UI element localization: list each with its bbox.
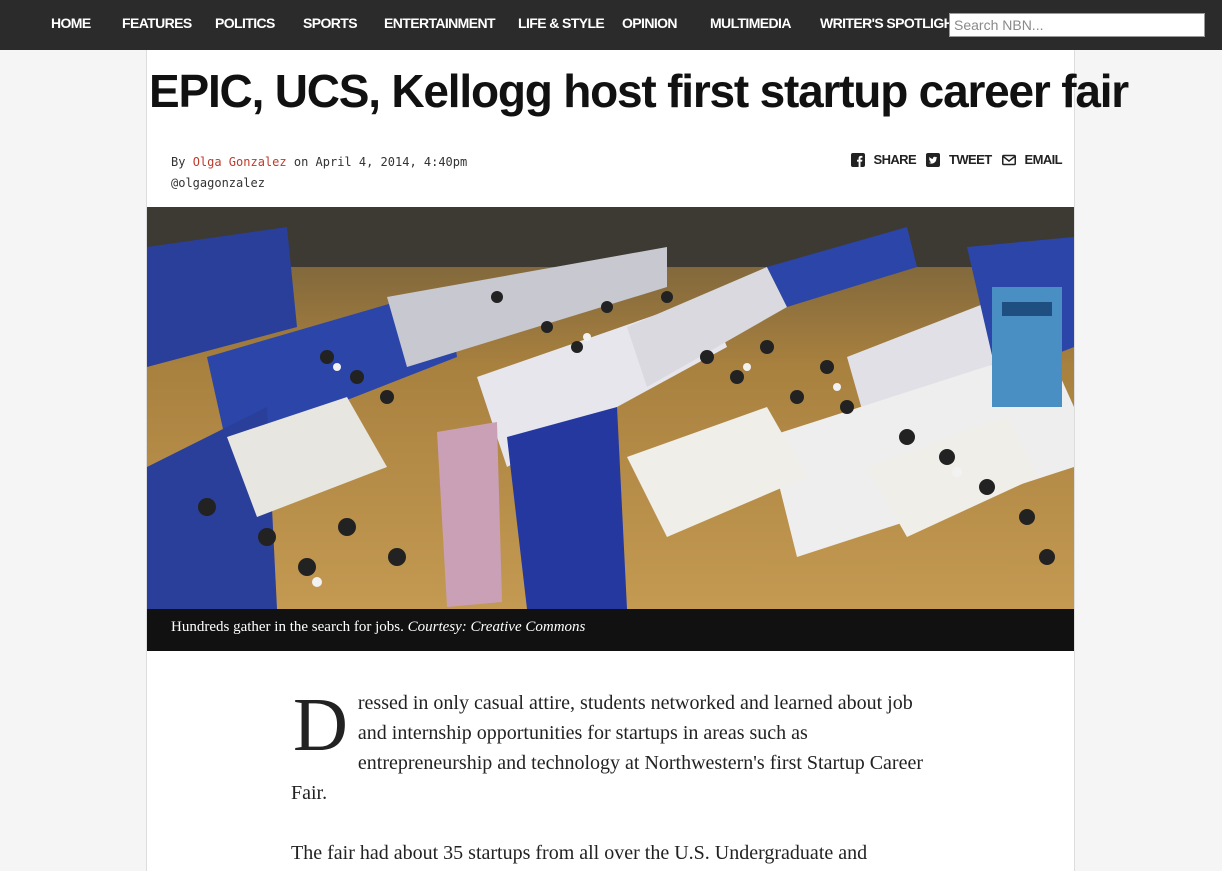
photo-credit: Courtesy: Creative Commons xyxy=(407,619,586,635)
email-button[interactable]: EMAIL xyxy=(1001,152,1063,167)
author-link[interactable]: Olga Gonzalez xyxy=(193,155,287,169)
nav-politics[interactable]: POLITICS xyxy=(215,15,275,31)
email-label: EMAIL xyxy=(1024,152,1063,167)
search-input[interactable] xyxy=(949,13,1205,37)
top-nav: HOME FEATURES POLITICS SPORTS ENTERTAINM… xyxy=(0,0,1222,50)
byline-prefix: By xyxy=(171,155,186,169)
twitter-icon xyxy=(926,152,941,167)
nav-features[interactable]: FEATURES xyxy=(122,15,192,31)
nav-life-style[interactable]: LIFE & STYLE xyxy=(518,15,605,31)
paragraph-2: The fair had about 35 startups from all … xyxy=(291,842,868,864)
nav-writers-spotlight[interactable]: WRITER'S SPOTLIGHT xyxy=(820,15,962,31)
photo-caption: Hundreds gather in the search for jobs. xyxy=(171,619,404,635)
share-label: SHARE xyxy=(873,152,917,167)
nav-home[interactable]: HOME xyxy=(51,15,91,31)
nav-opinion[interactable]: OPINION xyxy=(622,15,678,31)
facebook-icon xyxy=(850,152,865,167)
tweet-button[interactable]: TWEET xyxy=(926,152,992,167)
article-container: EPIC, UCS, Kellogg host first startup ca… xyxy=(146,50,1129,871)
share-facebook-button[interactable]: SHARE xyxy=(850,152,917,167)
nav-entertainment[interactable]: ENTERTAINMENT xyxy=(384,15,496,31)
byline: By Olga Gonzalez on April 4, 2014, 4:40p… xyxy=(171,152,467,194)
author-handle: @olgagonzalez xyxy=(171,176,265,190)
paragraph-1-text: ressed in only casual attire, students n… xyxy=(291,692,923,804)
paragraph-1: Dressed in only casual attire, students … xyxy=(291,683,926,808)
nav-multimedia[interactable]: MULTIMEDIA xyxy=(710,15,791,31)
article-photo xyxy=(147,207,1074,609)
photo-caption-bar: Hundreds gather in the search for jobs. … xyxy=(147,609,1074,651)
tweet-label: TWEET xyxy=(949,152,992,167)
publish-date: on April 4, 2014, 4:40pm xyxy=(293,155,468,169)
envelope-icon xyxy=(1001,153,1016,167)
article-body: Dressed in only casual attire, students … xyxy=(291,683,926,871)
social-share-bar: SHARE TWEET EMAIL xyxy=(850,152,1063,167)
article-headline: EPIC, UCS, Kellogg host first startup ca… xyxy=(149,65,1129,117)
drop-cap: D xyxy=(293,683,348,767)
nav-sports[interactable]: SPORTS xyxy=(303,15,358,31)
